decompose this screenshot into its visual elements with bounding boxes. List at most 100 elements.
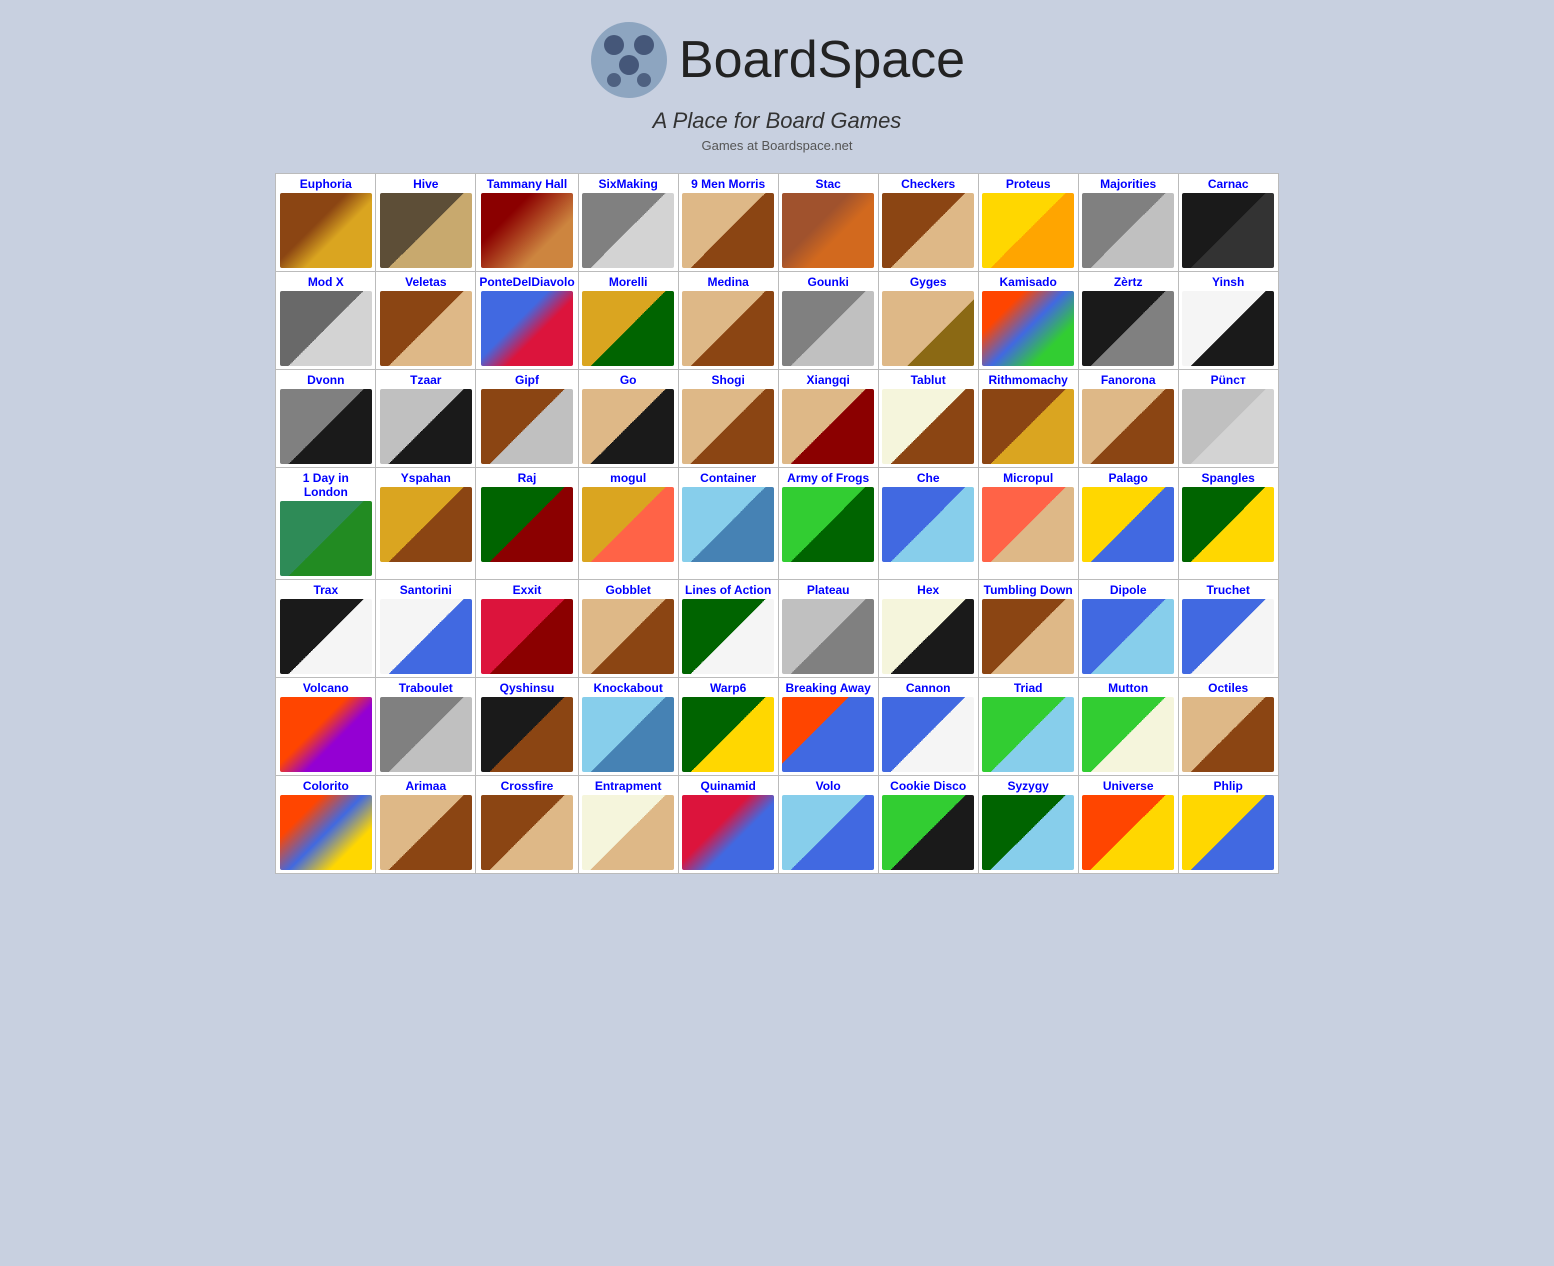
game-link-warp6[interactable]: Warp6 — [682, 681, 775, 695]
game-cell: Tammany Hall — [476, 174, 578, 272]
game-link-kamisado[interactable]: Kamisado — [982, 275, 1075, 289]
game-link-mogul[interactable]: mogul — [582, 471, 675, 485]
game-cell: Syzygy — [978, 776, 1078, 874]
game-link-checkers[interactable]: Checkers — [882, 177, 975, 191]
game-link-lines-of-action[interactable]: Lines of Action — [682, 583, 775, 597]
game-link-colorito[interactable]: Colorito — [279, 779, 372, 793]
game-link-gobblet[interactable]: Gobblet — [582, 583, 675, 597]
game-link-volo[interactable]: Volo — [782, 779, 875, 793]
game-thumbnail-yspahan — [380, 487, 472, 562]
game-link-fanorona[interactable]: Fanorona — [1082, 373, 1175, 387]
tagline: A Place for Board Games — [0, 108, 1554, 134]
boardspace-logo-icon — [589, 20, 669, 100]
game-cell: Rithmomachy — [978, 370, 1078, 468]
game-thumbnail-mogul — [582, 487, 674, 562]
game-link-quinamid[interactable]: Quinamid — [682, 779, 775, 793]
game-link-exxit[interactable]: Exxit — [479, 583, 574, 597]
game-link-cannon[interactable]: Cannon — [882, 681, 975, 695]
game-link-crossfire[interactable]: Crossfire — [479, 779, 574, 793]
game-link-octiles[interactable]: Octiles — [1182, 681, 1275, 695]
game-link-morelli[interactable]: Morelli — [582, 275, 675, 289]
game-link-xiangqi[interactable]: Xiangqi — [782, 373, 875, 387]
game-thumbnail-gobblet — [582, 599, 674, 674]
game-link-triad[interactable]: Triad — [982, 681, 1075, 695]
game-link-army-of-frogs[interactable]: Army of Frogs — [782, 471, 875, 485]
game-link-volcano[interactable]: Volcano — [279, 681, 372, 695]
game-link-container[interactable]: Container — [682, 471, 775, 485]
game-link-püncт[interactable]: Püncт — [1182, 373, 1275, 387]
game-cell: Quinamid — [678, 776, 778, 874]
game-link-hex[interactable]: Hex — [882, 583, 975, 597]
game-link-tumbling-down[interactable]: Tumbling Down — [982, 583, 1075, 597]
game-thumbnail-santorini — [380, 599, 472, 674]
game-link-micropul[interactable]: Micropul — [982, 471, 1075, 485]
game-cell: Gyges — [878, 272, 978, 370]
game-link-phlip[interactable]: Phlip — [1182, 779, 1275, 793]
game-link-9-men-morris[interactable]: 9 Men Morris — [682, 177, 775, 191]
game-cell: Yspahan — [376, 468, 476, 580]
game-link-palago[interactable]: Palago — [1082, 471, 1175, 485]
game-cell: 9 Men Morris — [678, 174, 778, 272]
game-link-gipf[interactable]: Gipf — [479, 373, 574, 387]
game-link-plateau[interactable]: Plateau — [782, 583, 875, 597]
game-thumbnail-volo — [782, 795, 874, 870]
game-cell: Mod X — [276, 272, 376, 370]
game-link-euphoria[interactable]: Euphoria — [279, 177, 372, 191]
game-link-sixmaking[interactable]: SixMaking — [582, 177, 675, 191]
game-cell: Crossfire — [476, 776, 578, 874]
game-thumbnail-majorities — [1082, 193, 1174, 268]
game-link-stac[interactable]: Stac — [782, 177, 875, 191]
game-cell: Colorito — [276, 776, 376, 874]
logo-container: BoardSpace — [0, 20, 1554, 100]
game-link-cookie-disco[interactable]: Cookie Disco — [882, 779, 975, 793]
game-thumbnail-gipf — [481, 389, 573, 464]
game-link-qyshinsu[interactable]: Qyshinsu — [479, 681, 574, 695]
game-thumbnail-dvonn — [280, 389, 372, 464]
game-link-trax[interactable]: Trax — [279, 583, 372, 597]
game-thumbnail-go — [582, 389, 674, 464]
game-thumbnail-mutton — [1082, 697, 1174, 772]
game-link-medina[interactable]: Medina — [682, 275, 775, 289]
game-link-yinsh[interactable]: Yinsh — [1182, 275, 1275, 289]
game-link-rithmomachy[interactable]: Rithmomachy — [982, 373, 1075, 387]
game-link-tammany-hall[interactable]: Tammany Hall — [479, 177, 574, 191]
game-link-zèrtz[interactable]: Zèrtz — [1082, 275, 1175, 289]
game-link-che[interactable]: Che — [882, 471, 975, 485]
game-link-tablut[interactable]: Tablut — [882, 373, 975, 387]
game-link-mod-x[interactable]: Mod X — [279, 275, 372, 289]
game-link-veletas[interactable]: Veletas — [379, 275, 472, 289]
game-link-gounki[interactable]: Gounki — [782, 275, 875, 289]
game-link-breaking-away[interactable]: Breaking Away — [782, 681, 875, 695]
game-link-1-day-in-london[interactable]: 1 Day in London — [279, 471, 372, 499]
game-link-raj[interactable]: Raj — [479, 471, 574, 485]
game-link-shogi[interactable]: Shogi — [682, 373, 775, 387]
game-link-yspahan[interactable]: Yspahan — [379, 471, 472, 485]
game-link-traboulet[interactable]: Traboulet — [379, 681, 472, 695]
game-link-knockabout[interactable]: Knockabout — [582, 681, 675, 695]
game-link-entrapment[interactable]: Entrapment — [582, 779, 675, 793]
game-link-universe[interactable]: Universe — [1082, 779, 1175, 793]
game-link-majorities[interactable]: Majorities — [1082, 177, 1175, 191]
game-link-santorini[interactable]: Santorini — [379, 583, 472, 597]
game-link-mutton[interactable]: Mutton — [1082, 681, 1175, 695]
game-cell: Volo — [778, 776, 878, 874]
game-link-tzaar[interactable]: Tzaar — [379, 373, 472, 387]
game-link-truchet[interactable]: Truchet — [1182, 583, 1275, 597]
game-thumbnail-lines-of-action — [682, 599, 774, 674]
game-thumbnail-quinamid — [682, 795, 774, 870]
game-link-go[interactable]: Go — [582, 373, 675, 387]
game-link-dipole[interactable]: Dipole — [1082, 583, 1175, 597]
game-cell: Entrapment — [578, 776, 678, 874]
game-link-gyges[interactable]: Gyges — [882, 275, 975, 289]
game-link-syzygy[interactable]: Syzygy — [982, 779, 1075, 793]
game-link-pontedeldiavolo[interactable]: PonteDelDiavolo — [479, 275, 574, 289]
game-link-spangles[interactable]: Spangles — [1182, 471, 1275, 485]
game-thumbnail-truchet — [1182, 599, 1274, 674]
game-link-carnac[interactable]: Carnac — [1182, 177, 1275, 191]
game-cell: Zèrtz — [1078, 272, 1178, 370]
game-link-hive[interactable]: Hive — [379, 177, 472, 191]
game-link-proteus[interactable]: Proteus — [982, 177, 1075, 191]
game-thumbnail-crossfire — [481, 795, 573, 870]
game-link-arimaa[interactable]: Arimaa — [379, 779, 472, 793]
game-link-dvonn[interactable]: Dvonn — [279, 373, 372, 387]
